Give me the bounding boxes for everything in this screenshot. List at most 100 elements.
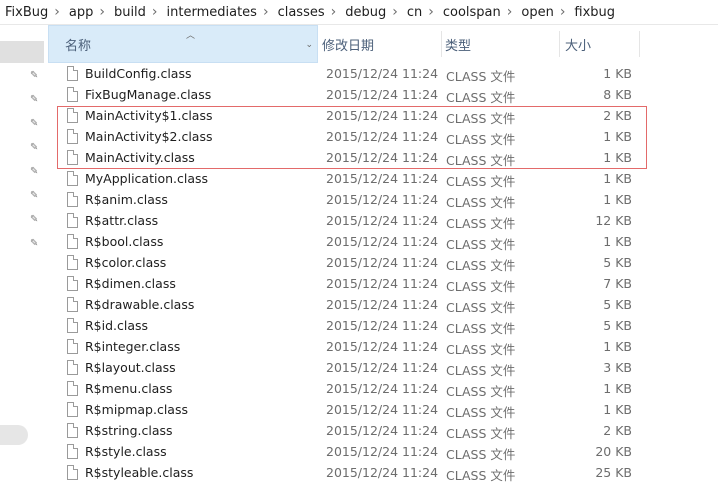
file-type: CLASS 文件 <box>446 426 516 441</box>
file-type: CLASS 文件 <box>446 468 516 483</box>
file-date: 2015/12/24 11:24 <box>326 129 439 144</box>
file-row[interactable]: R$integer.class 2015/12/24 11:24 CLASS 文件 1… <box>47 337 718 358</box>
chevron-right-icon[interactable] <box>560 4 570 20</box>
column-header-date-label: 修改日期 <box>322 38 375 54</box>
chevron-right-icon[interactable] <box>428 4 438 20</box>
pin-icon: ✎ <box>30 166 39 177</box>
file-size: 25 KB <box>595 465 632 480</box>
chevron-right-icon[interactable] <box>263 4 273 20</box>
pin-icon: ✎ <box>30 70 39 81</box>
file-name: MyApplication.class <box>85 171 209 186</box>
file-date: 2015/12/24 11:24 <box>326 402 439 417</box>
breadcrumb-item-coolspan[interactable]: coolspan <box>438 5 507 20</box>
breadcrumb-item-debug[interactable]: debug <box>340 5 392 20</box>
column-headers: ︿ 名称 ⌄ 修改日期 类型 大小 <box>47 25 718 63</box>
chevron-right-icon[interactable] <box>152 4 162 20</box>
file-date: 2015/12/24 11:24 <box>326 171 439 186</box>
file-row[interactable]: R$string.class 2015/12/24 11:24 CLASS 文件 2 … <box>47 421 718 442</box>
file-type: CLASS 文件 <box>446 174 516 189</box>
column-divider[interactable] <box>639 31 640 57</box>
file-row[interactable]: R$dimen.class 2015/12/24 11:24 CLASS 文件 7 K… <box>47 274 718 295</box>
navigation-pane[interactable]: ✎ ✎ ✎ ✎ ✎ ✎ ✎ ✎ <box>0 25 46 474</box>
file-row[interactable]: R$anim.class 2015/12/24 11:24 CLASS 文件 1 KB <box>47 190 718 211</box>
file-size: 1 KB <box>603 339 632 354</box>
file-name: R$dimen.class <box>85 276 176 291</box>
file-row[interactable]: FixBugManage.class 2015/12/24 11:24 CLASS … <box>47 85 718 106</box>
file-size: 12 KB <box>595 213 632 228</box>
file-icon <box>67 297 78 312</box>
nav-selected-item[interactable] <box>0 41 44 63</box>
file-row[interactable]: R$mipmap.class 2015/12/24 11:24 CLASS 文件 1 … <box>47 400 718 421</box>
breadcrumb-item-open[interactable]: open <box>516 5 559 20</box>
file-name: R$id.class <box>85 318 149 333</box>
file-type: CLASS 文件 <box>446 447 516 462</box>
file-size: 1 KB <box>603 402 632 417</box>
breadcrumb-item-intermediates[interactable]: intermediates <box>162 5 263 20</box>
breadcrumb-item-fixbug-root[interactable]: FixBug <box>0 5 54 20</box>
file-row[interactable]: MainActivity$1.class 2015/12/24 11:24 CLAS… <box>47 106 718 127</box>
file-row[interactable]: R$menu.class 2015/12/24 11:24 CLASS 文件 1 KB <box>47 379 718 400</box>
breadcrumb-item-build[interactable]: build <box>109 5 152 20</box>
file-row[interactable]: R$drawable.class 2015/12/24 11:24 CLASS 文件… <box>47 295 718 316</box>
breadcrumb-item-fixbug[interactable]: fixbug <box>569 5 621 20</box>
file-size: 2 KB <box>603 108 632 123</box>
file-size: 1 KB <box>603 150 632 165</box>
file-date: 2015/12/24 11:24 <box>326 234 439 249</box>
file-icon <box>67 465 78 480</box>
file-date: 2015/12/24 11:24 <box>326 108 439 123</box>
file-name: R$menu.class <box>85 381 173 396</box>
chevron-right-icon[interactable] <box>99 4 109 20</box>
file-icon <box>67 339 78 354</box>
file-name: R$styleable.class <box>85 465 194 480</box>
column-header-name[interactable]: ︿ 名称 ⌄ <box>48 25 318 63</box>
column-header-size[interactable]: 大小 <box>565 25 591 63</box>
column-header-type-label: 类型 <box>445 38 472 54</box>
file-row[interactable]: R$layout.class 2015/12/24 11:24 CLASS 文件 3 … <box>47 358 718 379</box>
file-row[interactable]: R$color.class 2015/12/24 11:24 CLASS 文件 5 K… <box>47 253 718 274</box>
column-header-type[interactable]: 类型 <box>445 25 471 63</box>
file-row[interactable]: R$style.class 2015/12/24 11:24 CLASS 文件 20 … <box>47 442 718 463</box>
file-row[interactable]: R$bool.class 2015/12/24 11:24 CLASS 文件 1 KB <box>47 232 718 253</box>
file-row[interactable]: MyApplication.class 2015/12/24 11:24 CLASS… <box>47 169 718 190</box>
file-date: 2015/12/24 11:24 <box>326 318 439 333</box>
file-size: 5 KB <box>603 318 632 333</box>
file-row[interactable]: MainActivity$2.class 2015/12/24 11:24 CLAS… <box>47 127 718 148</box>
breadcrumb-item-cn[interactable]: cn <box>402 5 428 20</box>
file-icon <box>67 234 78 249</box>
breadcrumb-item-classes[interactable]: classes <box>273 5 331 20</box>
file-icon <box>67 318 78 333</box>
file-name: FixBugManage.class <box>85 87 212 102</box>
file-row[interactable]: R$attr.class 2015/12/24 11:24 CLASS 文件 12 K… <box>47 211 718 232</box>
file-size: 5 KB <box>603 255 632 270</box>
file-name: R$integer.class <box>85 339 181 354</box>
pin-icon: ✎ <box>30 94 39 105</box>
file-date: 2015/12/24 11:24 <box>326 360 439 375</box>
file-date: 2015/12/24 11:24 <box>326 192 439 207</box>
file-icon <box>67 192 78 207</box>
file-type: CLASS 文件 <box>446 69 516 84</box>
chevron-right-icon[interactable] <box>54 4 64 20</box>
chevron-right-icon[interactable] <box>507 4 517 20</box>
file-row[interactable]: MainActivity.class 2015/12/24 11:24 CLASS … <box>47 148 718 169</box>
file-row[interactable]: R$id.class 2015/12/24 11:24 CLASS 文件 5 KB <box>47 316 718 337</box>
chevron-right-icon[interactable] <box>392 4 402 20</box>
column-header-date[interactable]: 修改日期 <box>322 25 374 63</box>
file-name: MainActivity.class <box>85 150 195 165</box>
column-divider[interactable] <box>441 31 442 57</box>
file-icon <box>67 360 78 375</box>
file-size: 1 KB <box>603 171 632 186</box>
chevron-right-icon[interactable] <box>331 4 341 20</box>
file-type: CLASS 文件 <box>446 111 516 126</box>
breadcrumb-item-app[interactable]: app <box>64 5 99 20</box>
column-divider[interactable] <box>559 31 560 57</box>
file-icon <box>67 423 78 438</box>
file-size: 1 KB <box>603 66 632 81</box>
file-list: BuildConfig.class 2015/12/24 11:24 CLASS 文… <box>47 64 718 484</box>
nav-item-blurred[interactable] <box>0 425 28 445</box>
chevron-down-icon[interactable]: ⌄ <box>305 40 313 50</box>
file-size: 8 KB <box>603 87 632 102</box>
pin-icon: ✎ <box>30 190 39 201</box>
column-header-size-label: 大小 <box>565 38 592 54</box>
file-type: CLASS 文件 <box>446 279 516 294</box>
file-row[interactable]: BuildConfig.class 2015/12/24 11:24 CLASS 文… <box>47 64 718 85</box>
